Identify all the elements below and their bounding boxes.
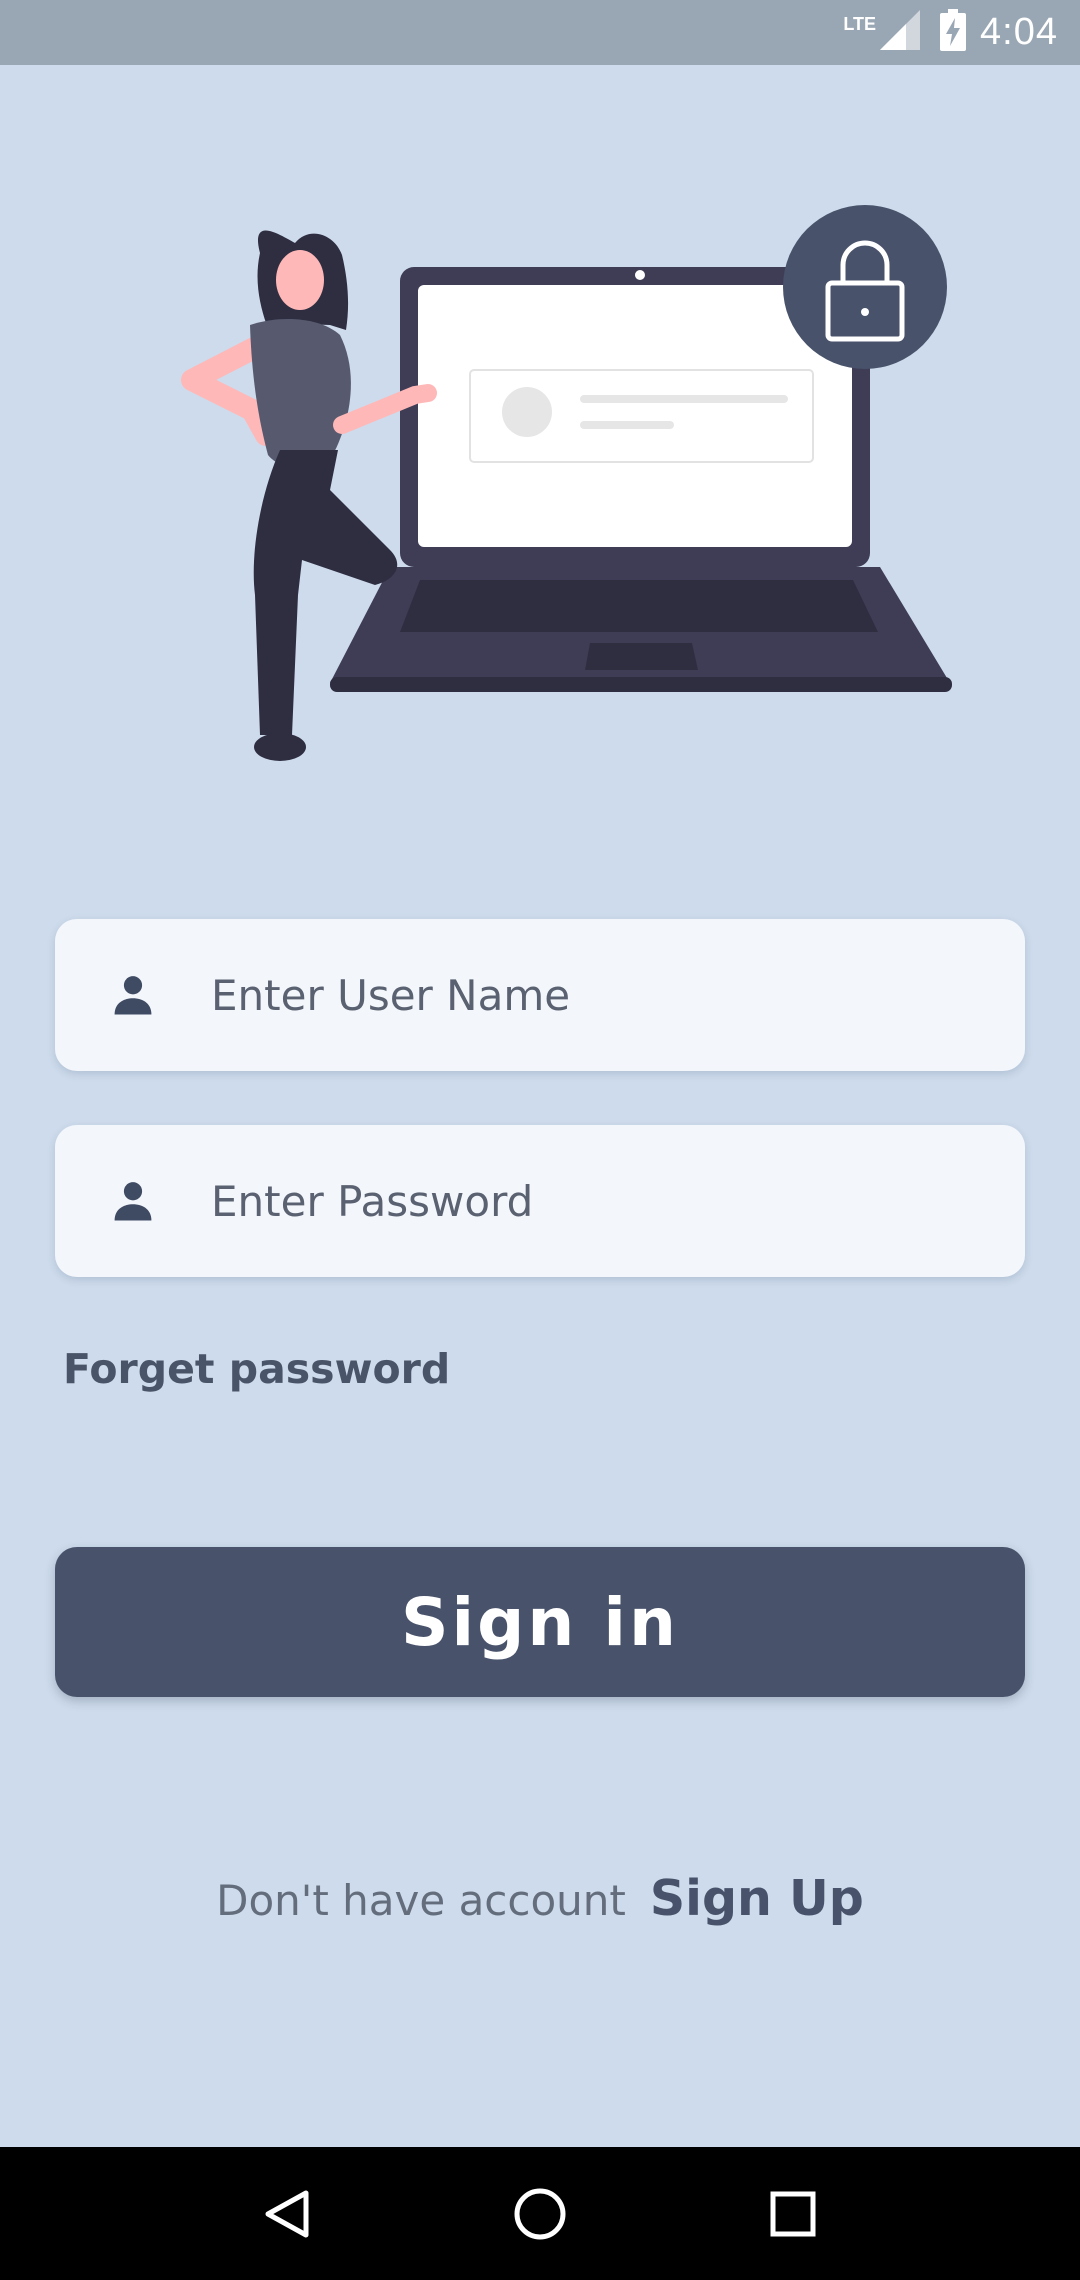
no-account-text: Don't have account [216,1876,626,1925]
back-icon[interactable] [252,2179,322,2249]
home-icon[interactable] [505,2179,575,2249]
forget-password-link[interactable]: Forget password [63,1345,450,1393]
signup-row: Don't have account Sign Up [0,1870,1080,1927]
password-placeholder: Enter Password [211,1176,534,1226]
clock: 4:04 [980,11,1058,53]
person-icon [105,1173,161,1229]
navigation-bar [0,2147,1080,2280]
sign-up-link[interactable]: Sign Up [650,1870,864,1927]
signal-icon [880,10,921,55]
password-field[interactable]: Enter Password [55,1125,1025,1277]
network-type-label: LTE [843,14,877,34]
person-icon [105,967,161,1023]
battery-charging-icon [940,9,967,56]
username-field[interactable]: Enter User Name [55,919,1025,1071]
username-placeholder: Enter User Name [211,970,571,1020]
sign-in-button[interactable]: Sign in [55,1547,1025,1697]
status-bar: LTE 4:04 [0,0,1080,65]
login-illustration [180,195,960,775]
recents-icon[interactable] [758,2179,828,2249]
